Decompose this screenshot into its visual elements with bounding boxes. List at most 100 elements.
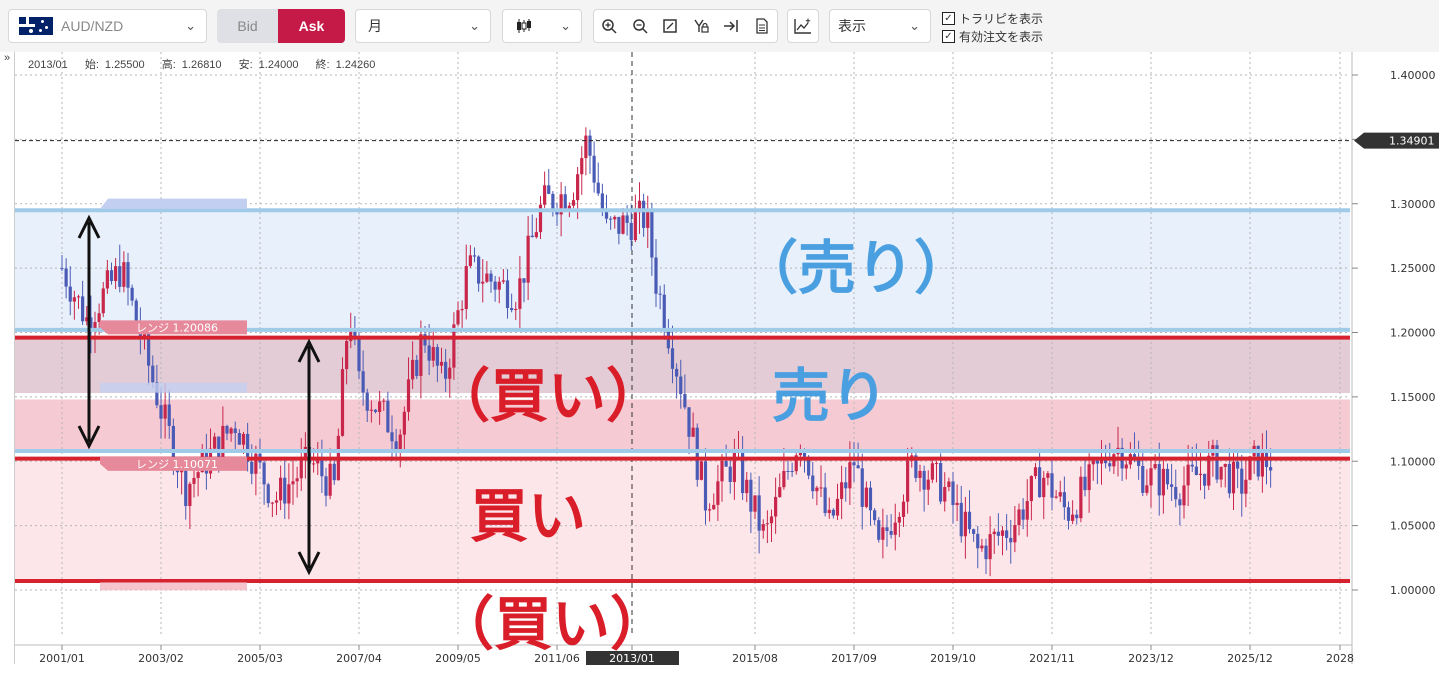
candle-body	[1021, 509, 1025, 520]
range-label-tag-faded	[100, 582, 247, 591]
candle-body	[291, 481, 295, 485]
candle-body	[411, 359, 415, 380]
candle-body	[126, 262, 130, 288]
candle-body	[1153, 464, 1157, 469]
panel-divider	[14, 52, 15, 664]
candle-body	[167, 404, 171, 426]
candle-body	[580, 158, 584, 175]
price-tick-label: 1.40000	[1390, 69, 1436, 82]
candle-body	[378, 401, 382, 413]
ohlc-high: 1.26810	[181, 59, 222, 71]
time-tick-label: 2021/11	[1029, 652, 1075, 665]
candle-body	[105, 270, 109, 289]
candle-body	[893, 522, 897, 535]
price-chart[interactable]: レンジ 1.20086レンジ 1.100711.400001.350001.30…	[0, 0, 1439, 678]
candle-body	[926, 479, 930, 490]
candle-body	[1269, 467, 1273, 471]
price-tick-label: 1.10000	[1390, 455, 1436, 468]
sell-paren-annotation: （売り）	[740, 236, 973, 301]
ohlc-low-label: 安:	[238, 59, 253, 71]
time-tick-label: 2017/09	[831, 652, 877, 665]
candle-body	[192, 477, 196, 484]
candle-body	[860, 468, 864, 507]
candle-body	[1178, 499, 1182, 506]
candle-body	[493, 281, 497, 290]
candle-body	[241, 433, 246, 445]
price-tick-label: 1.00000	[1390, 584, 1436, 597]
candle-body	[1219, 466, 1223, 480]
candle-body	[328, 463, 332, 496]
candle-body	[547, 185, 551, 194]
candle-body	[955, 502, 959, 506]
candle-body	[68, 286, 72, 302]
candle-body	[670, 348, 675, 369]
candle-body	[237, 433, 241, 445]
candle-body	[947, 481, 951, 488]
candle-body	[340, 369, 345, 436]
candle-body	[1174, 486, 1178, 500]
candle-body	[1186, 464, 1190, 486]
range-band	[15, 210, 1350, 330]
candle-body	[918, 470, 922, 478]
time-tick-label: 2007/04	[336, 652, 382, 665]
candle-body	[283, 477, 287, 504]
candle-body	[1066, 507, 1071, 521]
candle-body	[312, 463, 316, 465]
range-label-tag-faded	[100, 198, 247, 209]
price-tick-label: 1.15000	[1390, 391, 1436, 404]
candle-body	[840, 482, 844, 499]
candle-body	[613, 216, 617, 220]
candle-body	[1038, 467, 1042, 498]
range-label-tag-faded	[100, 382, 247, 393]
candle-body	[881, 527, 885, 540]
candle-body	[1182, 485, 1186, 506]
expand-panel-icon[interactable]: »	[4, 52, 10, 64]
candle-body	[1149, 468, 1153, 486]
candle-body	[1025, 501, 1029, 520]
candle-body	[642, 200, 646, 228]
candle-body	[382, 400, 386, 402]
candle-body	[122, 262, 126, 287]
candle-body	[1190, 464, 1194, 467]
price-tick-label: 1.30000	[1390, 198, 1436, 211]
candle-body	[431, 347, 435, 361]
candle-body	[1244, 479, 1248, 494]
candle-body	[761, 524, 765, 531]
candle-body	[419, 334, 423, 376]
candle-body	[464, 266, 468, 310]
candle-body	[270, 502, 274, 504]
candle-body	[1050, 473, 1054, 498]
candle-body	[691, 427, 695, 437]
candle-body	[889, 531, 893, 535]
candle-body	[835, 498, 840, 516]
ohlc-close: 1.24260	[335, 59, 376, 71]
candle-body	[456, 310, 460, 325]
candle-body	[229, 428, 233, 434]
candle-body	[369, 409, 373, 411]
candle-body	[967, 511, 972, 530]
candle-body	[81, 296, 85, 322]
candle-body	[1009, 537, 1013, 543]
candle-body	[984, 545, 988, 560]
candle-body	[980, 545, 984, 549]
candle-body	[64, 268, 68, 287]
candle-body	[213, 436, 217, 449]
candle-body	[1033, 467, 1038, 477]
candle-body	[250, 461, 254, 474]
candle-body	[617, 216, 621, 234]
candle-body	[633, 212, 637, 241]
price-tick-label: 1.05000	[1390, 520, 1436, 533]
candle-body	[844, 482, 848, 489]
candle-body	[1203, 473, 1207, 486]
candle-body	[386, 400, 390, 433]
candle-body	[897, 516, 901, 523]
candle-body	[1108, 463, 1112, 467]
candle-body	[901, 501, 906, 517]
candle-body	[621, 215, 625, 234]
candle-body	[489, 273, 493, 282]
candle-body	[1071, 514, 1075, 521]
candle-body	[295, 478, 299, 482]
candle-body	[699, 461, 703, 480]
candle-body	[1194, 466, 1198, 475]
candle-body	[992, 531, 996, 535]
